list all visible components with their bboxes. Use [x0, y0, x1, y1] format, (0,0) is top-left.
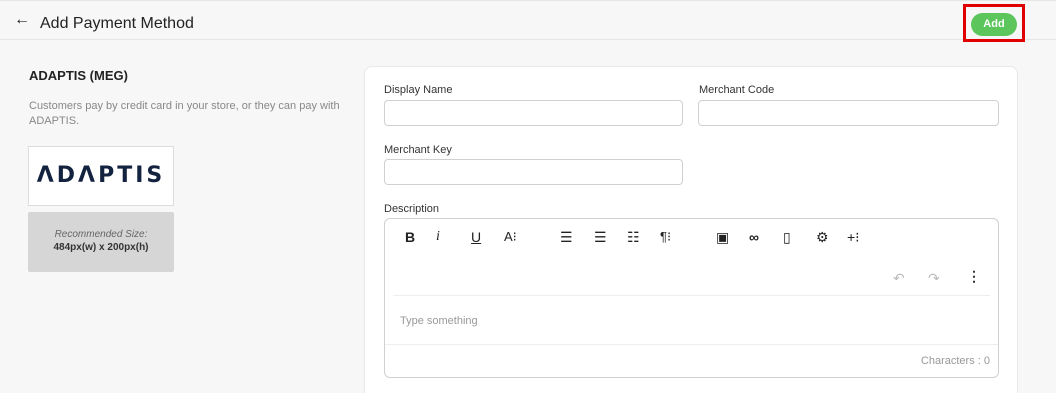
align-left-icon[interactable]: ☰ [560, 229, 573, 246]
more-options-icon[interactable]: ⋮ [967, 268, 981, 285]
description-label: Description [384, 203, 440, 215]
merchant-key-input[interactable] [384, 159, 683, 185]
align-center-icon[interactable]: ☰ [594, 229, 607, 246]
list-icon[interactable]: ☷ [627, 229, 640, 246]
image-icon[interactable]: ▣ [716, 229, 729, 246]
undo-icon[interactable]: ↶ [893, 270, 905, 287]
form-card: Display Name Merchant Code Merchant Key … [364, 66, 1018, 393]
rich-text-editor: B i U A⁝ ☰ ☰ ☷ ¶⁝ ▣ ∞ ▯ ⚙ +⁝ ↶ ↷ ⋮ Type … [384, 218, 999, 378]
add-button-highlight: Add [963, 4, 1025, 42]
image-upload-box[interactable]: Recommended Size: 484px(w) x 200px(h) [28, 212, 174, 272]
bold-icon[interactable]: B [405, 229, 415, 245]
recommended-size-value: 484px(w) x 200px(h) [53, 242, 149, 253]
merchant-code-input[interactable] [698, 100, 999, 126]
underline-icon[interactable]: U [471, 229, 481, 245]
font-size-icon[interactable]: A⁝ [504, 229, 517, 245]
link-icon[interactable]: ∞ [749, 229, 759, 245]
merchant-code-label: Merchant Code [699, 84, 775, 96]
paragraph-icon[interactable]: ¶⁝ [660, 229, 671, 245]
footer-divider [385, 344, 998, 345]
adaptis-logo: ΛDΛPTIS [36, 163, 166, 188]
display-name-label: Display Name [384, 84, 453, 96]
display-name-input[interactable] [384, 100, 683, 126]
character-count: Characters : 0 [920, 355, 990, 367]
logo-preview[interactable]: ΛDΛPTIS [28, 146, 174, 206]
add-button[interactable]: Add [971, 13, 1017, 36]
settings-icon[interactable]: ⚙ [816, 229, 829, 246]
insert-more-icon[interactable]: +⁝ [847, 229, 860, 246]
editor-content[interactable]: Type something [400, 315, 478, 327]
recommended-size-label: Recommended Size: [54, 229, 148, 240]
italic-icon[interactable]: i [436, 229, 440, 245]
merchant-key-label: Merchant Key [384, 144, 452, 156]
back-arrow-icon[interactable]: ← [14, 12, 30, 28]
page-header: ← Add Payment Method Add [0, 0, 1056, 42]
payment-method-description: Customers pay by credit card in your sto… [29, 100, 340, 127]
redo-icon[interactable]: ↷ [928, 270, 940, 287]
toolbar-divider [393, 295, 990, 296]
page-title: Add Payment Method [40, 15, 194, 32]
file-icon[interactable]: ▯ [783, 229, 791, 246]
payment-method-name: ADAPTIS (MEG) [29, 68, 128, 83]
